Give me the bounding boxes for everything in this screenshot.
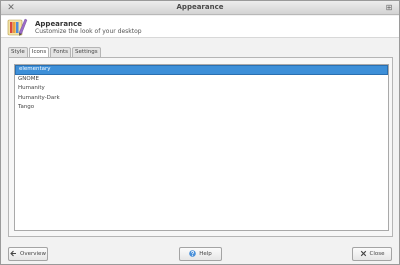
tab-bar: Style Icons Fonts Settings: [8, 47, 102, 58]
list-item[interactable]: elementary: [15, 65, 388, 75]
icons-panel: elementary GNOME Humanity Humanity-Dark …: [8, 57, 393, 237]
list-item[interactable]: Humanity-Dark: [15, 94, 388, 104]
list-item[interactable]: Humanity: [15, 84, 388, 94]
tab-fonts[interactable]: Fonts: [50, 47, 72, 57]
window-title: Appearance: [176, 3, 224, 11]
help-icon: [189, 249, 197, 259]
appearance-icon: [7, 18, 28, 36]
tab-settings[interactable]: Settings: [72, 47, 101, 57]
list-item[interactable]: Tango: [15, 103, 388, 113]
overview-button[interactable]: Overview: [8, 247, 48, 261]
list-item[interactable]: GNOME: [15, 75, 388, 85]
close-label: Close: [369, 251, 385, 257]
header-subtitle: Customize the look of your desktop: [35, 28, 142, 35]
title-bar[interactable]: ✕ Appearance ⊞: [1, 1, 399, 15]
tab-style[interactable]: Style: [8, 47, 28, 57]
header-title: Appearance: [35, 20, 82, 28]
help-button[interactable]: Help: [179, 247, 222, 261]
close-icon: [360, 250, 367, 259]
window-maximize-icon[interactable]: ⊞: [384, 3, 394, 13]
appearance-window: ✕ Appearance ⊞ Appearance Customize the …: [0, 0, 400, 265]
header: Appearance Customize the look of your de…: [1, 16, 399, 38]
help-label: Help: [199, 251, 212, 257]
arrow-left-icon: [10, 250, 17, 259]
close-button[interactable]: Close: [352, 247, 392, 261]
overview-label: Overview: [20, 251, 46, 257]
icon-theme-list[interactable]: elementary GNOME Humanity Humanity-Dark …: [14, 64, 389, 231]
